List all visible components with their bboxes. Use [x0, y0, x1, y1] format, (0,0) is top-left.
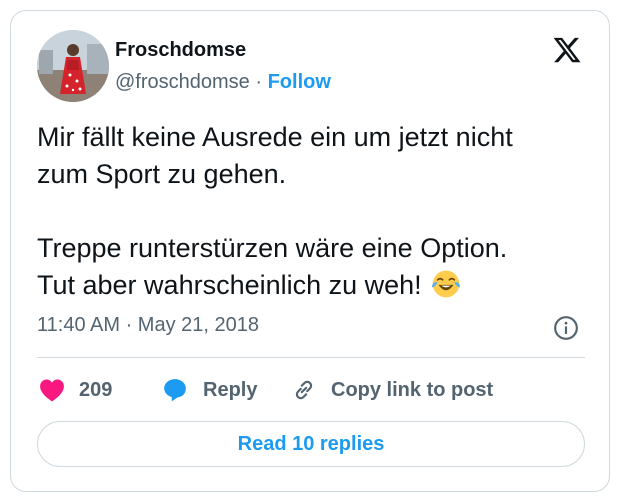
link-icon — [295, 380, 313, 400]
tweet-line: Treppe runterstürzen wäre eine Option. — [37, 233, 508, 263]
info-icon[interactable] — [553, 315, 579, 341]
reply-button[interactable]: Reply — [161, 375, 257, 405]
read-replies-button[interactable]: Read 10 replies — [37, 421, 585, 467]
reply-label: Reply — [203, 378, 258, 401]
tweet-card: Froschdomse @froschdomse · Follow Mir fä… — [10, 10, 610, 492]
copy-link-label: Copy link to post — [331, 378, 494, 401]
heart-icon — [40, 379, 64, 402]
separator: · — [249, 71, 268, 93]
tweet-line: zum Sport zu gehen. — [37, 159, 287, 189]
display-name[interactable]: Froschdomse — [115, 39, 246, 62]
like-count: 209 — [79, 378, 113, 401]
avatar-photo — [37, 30, 109, 102]
tweet-line-with-emoji: Tut aber wahrscheinlich zu weh! — [37, 267, 597, 304]
tweet-line: Mir fällt keine Ausrede ein um jetzt nic… — [37, 122, 513, 152]
tweet-text: Mir fällt keine Ausrede ein um jetzt nic… — [37, 119, 597, 304]
like-button[interactable]: 209 — [39, 375, 112, 405]
tweet-line: Tut aber wahrscheinlich zu weh! — [37, 270, 422, 300]
avatar[interactable] — [37, 30, 109, 102]
follow-button[interactable]: Follow — [268, 71, 331, 93]
handle-line: @froschdomse · Follow — [115, 71, 331, 94]
divider — [37, 357, 585, 358]
timestamp[interactable]: 11:40 AM · May 21, 2018 — [37, 314, 259, 337]
handle[interactable]: @froschdomse — [115, 71, 250, 93]
reply-bubble-icon — [164, 379, 186, 402]
copy-link-button[interactable]: Copy link to post — [291, 375, 493, 405]
face-with-tears-of-joy-icon — [432, 270, 461, 298]
x-logo-icon[interactable] — [551, 35, 583, 65]
